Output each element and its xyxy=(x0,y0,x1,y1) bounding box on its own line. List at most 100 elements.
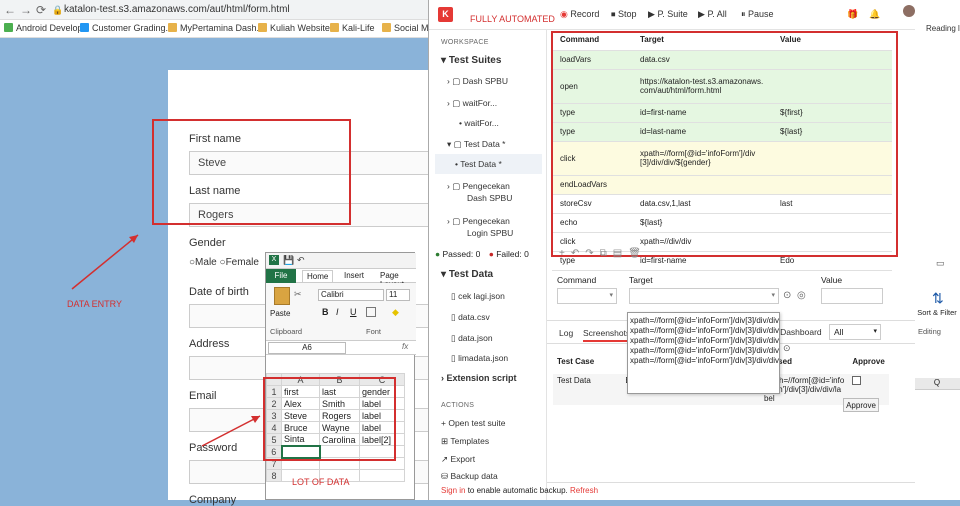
sidebar-item-pengecekan-login[interactable]: › ▢ Pengecekan Login SPBU xyxy=(447,215,513,239)
select-target-icon[interactable]: ⊙ xyxy=(783,290,791,301)
bookmark-item[interactable]: Android Develop xyxy=(4,23,83,33)
folder-icon: ▢ xyxy=(452,76,461,86)
sidebar-item-pengecekan-dash[interactable]: › ▢ Pengecekan Dash SPBU xyxy=(447,180,512,204)
tab-home[interactable]: Home xyxy=(302,270,334,282)
redo-icon[interactable]: ↷ xyxy=(585,248,599,259)
approve-button[interactable]: Approve xyxy=(843,398,879,412)
backup-action[interactable]: ⛁ Backup data xyxy=(441,471,498,482)
target-dropdown: xpath=//form[@id='infoForm']/div[3]/div/… xyxy=(627,312,780,394)
templates-icon: ⊞ xyxy=(441,436,449,446)
reading-list[interactable]: Reading list xyxy=(926,24,960,33)
sidebar-item-test-data-case[interactable]: • Test Data * xyxy=(435,154,542,174)
tab-log[interactable]: Log xyxy=(559,328,573,338)
katalon-toolbar: K FULLY AUTOMATED ◉ Record ⏹ Stop ▶ P. S… xyxy=(429,0,915,30)
sidebar-item-dash-spbu[interactable]: › ▢ Dash SPBU xyxy=(447,76,508,87)
sort-filter-icon[interactable]: ⇅ xyxy=(932,290,944,307)
bookmark-item[interactable]: Social Me xyxy=(382,23,434,33)
dropdown-option[interactable]: xpath=//form[@id='infoForm']/div[3]/div/… xyxy=(630,326,779,336)
reload-icon[interactable]: ⟳ xyxy=(36,3,46,17)
dashboard-tab[interactable]: ▮ Dashboard xyxy=(773,327,822,338)
plus-icon: + xyxy=(441,418,446,428)
col-header[interactable]: Q xyxy=(914,378,960,390)
gift-icon[interactable]: 🎁 xyxy=(847,9,858,20)
tab-screenshots[interactable]: Screenshots xyxy=(583,328,631,342)
filter-select[interactable]: All ▾ xyxy=(829,324,881,340)
fx-icon[interactable]: fx xyxy=(402,342,408,351)
undo-icon[interactable]: ↶ xyxy=(571,248,585,259)
play-suite-button[interactable]: ▶ P. Suite xyxy=(648,9,688,20)
delete-icon[interactable]: 🗑 xyxy=(628,248,647,259)
sidebar-item-waitfor[interactable]: › ▢ waitFor... xyxy=(447,98,497,109)
forward-icon[interactable]: → xyxy=(20,3,32,17)
dropdown-option[interactable]: xpath=//form[@id='infoForm']/div[3]/div/… xyxy=(630,346,779,356)
find-target-icon[interactable]: ◎ xyxy=(797,290,806,301)
font-size-select[interactable]: 11 xyxy=(386,289,410,301)
data-file-item[interactable]: ▯ data.csv xyxy=(451,312,490,323)
dropdown-option[interactable]: xpath=//form[@id='infoForm']/div[3]/div/… xyxy=(630,316,779,326)
dropdown-option[interactable]: xpath=//form[@id='infoForm']/div[3]/div/… xyxy=(630,356,779,366)
bold-button[interactable]: B xyxy=(322,307,329,317)
bookmark-item[interactable]: Kuliah Website xyxy=(258,23,330,33)
target-input[interactable]: ▾ xyxy=(629,288,779,304)
fill-color-icon[interactable]: ◆ xyxy=(392,307,399,318)
italic-button[interactable]: I xyxy=(336,307,339,317)
minimize-icon[interactable]: ▭ xyxy=(936,258,945,269)
arrow-annotation xyxy=(201,415,261,447)
status-bar: ● Passed: 0 ● Failed: 0 xyxy=(435,249,529,259)
undo-icon[interactable]: ↶ xyxy=(297,255,305,266)
value-input[interactable] xyxy=(821,288,883,304)
sort-filter-label[interactable]: Sort & Filter xyxy=(916,308,958,317)
copy-icon[interactable]: ⧉ xyxy=(600,248,613,259)
play-all-button[interactable]: ▶ P. All xyxy=(698,9,727,20)
tab-insert[interactable]: Insert xyxy=(340,270,368,282)
cut-icon[interactable]: ✂ xyxy=(294,289,302,300)
paste-icon[interactable] xyxy=(274,287,290,305)
test-suites-header[interactable]: ▾ Test Suites xyxy=(441,55,501,66)
avatar[interactable] xyxy=(903,5,915,17)
add-icon[interactable]: + xyxy=(559,248,571,259)
font-name-select[interactable]: Calibri xyxy=(318,289,384,301)
play-icon: ▶ xyxy=(648,9,655,19)
play-icon: ▶ xyxy=(698,9,705,19)
excel-titlebar: X 💾 ↶ xyxy=(266,253,416,269)
data-file-item[interactable]: ▯ cek lagi.json xyxy=(451,291,505,302)
data-file-item[interactable]: ▯ data.json xyxy=(451,333,493,344)
sign-in-link[interactable]: Sign in xyxy=(441,486,465,495)
back-icon[interactable]: ← xyxy=(4,3,16,17)
bookmark-item[interactable]: Kali-Life xyxy=(330,23,375,33)
folder-icon xyxy=(382,23,391,32)
email-label: Email xyxy=(189,390,217,402)
sidebar-item-test-data-suite[interactable]: ▾ ▢ Test Data * xyxy=(447,139,505,150)
chevron-down-circle-icon[interactable]: ⊙ xyxy=(783,343,791,354)
save-icon[interactable]: 💾 xyxy=(283,255,294,266)
url-bar[interactable]: katalon-test.s3.amazonaws.com/aut/html/f… xyxy=(64,4,290,15)
bookmark-item[interactable]: MyPertamina Dash... xyxy=(168,23,264,33)
record-button[interactable]: ◉ Record xyxy=(560,9,599,20)
sidebar-item-waitfor-case[interactable]: • waitFor... xyxy=(459,118,499,128)
templates-action[interactable]: ⊞ Templates xyxy=(441,436,489,447)
export-action[interactable]: ↗ Export xyxy=(441,454,475,465)
test-data-header[interactable]: ▾ Test Data xyxy=(441,269,493,280)
fully-automated-label: FULLY AUTOMATED xyxy=(470,14,555,24)
data-file-item[interactable]: ▯ limadata.json xyxy=(451,353,508,364)
extension-script-header[interactable]: › Extension script xyxy=(441,373,517,383)
paste-icon[interactable]: ▤ xyxy=(613,248,628,259)
dropdown-option[interactable]: xpath=//form[@id='infoForm']/div[3]/div/… xyxy=(630,336,779,346)
stop-button[interactable]: ⏹ Stop xyxy=(611,9,637,20)
tab-page-layout[interactable]: Page Layout xyxy=(376,270,416,289)
cell[interactable] xyxy=(359,469,405,482)
border-icon[interactable] xyxy=(366,307,376,317)
target-label: Target xyxy=(629,275,653,285)
underline-button[interactable]: U xyxy=(350,307,357,317)
refresh-link[interactable]: Refresh xyxy=(570,486,598,495)
name-box[interactable]: A6 xyxy=(268,342,346,354)
open-test-suite-action[interactable]: + Open test suite xyxy=(441,418,506,428)
bell-icon[interactable]: 🔔 xyxy=(869,9,880,20)
command-input[interactable]: ▾ xyxy=(557,288,617,304)
folder-icon: ▢ xyxy=(452,216,461,226)
tab-file[interactable]: File xyxy=(266,269,296,283)
pause-button[interactable]: ⏸ Pause xyxy=(741,9,774,20)
data-entry-label: DATA ENTRY xyxy=(67,299,123,309)
row-header[interactable]: 8 xyxy=(266,469,282,482)
bookmark-item[interactable]: Customer Grading... xyxy=(80,23,173,33)
